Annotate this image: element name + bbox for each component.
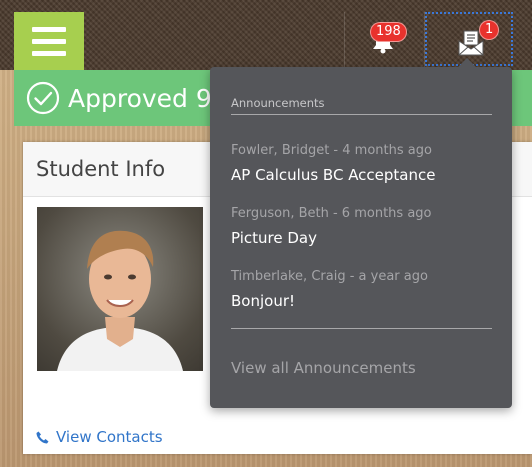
- student-photo: [37, 207, 203, 371]
- view-contacts-link[interactable]: View Contacts: [36, 428, 163, 446]
- announcements-heading: Announcements: [231, 96, 492, 115]
- view-all-announcements-link[interactable]: View all Announcements: [231, 359, 416, 377]
- announcement-title: Picture Day: [231, 229, 317, 247]
- announcement-item[interactable]: Timberlake, Craig - a year ago Bonjour!: [231, 269, 492, 310]
- announcement-meta: Ferguson, Beth - 6 months ago: [231, 206, 432, 221]
- notifications-button[interactable]: 198: [370, 22, 410, 62]
- announcement-meta: Timberlake, Craig - a year ago: [231, 269, 428, 284]
- top-bar: 198 1: [0, 0, 532, 70]
- menu-icon-line: [32, 26, 66, 32]
- student-portrait-image: [57, 230, 183, 371]
- divider: [344, 12, 345, 70]
- announcement-item[interactable]: Ferguson, Beth - 6 months ago Picture Da…: [231, 206, 492, 247]
- announcement-meta: Fowler, Bridget - 4 months ago: [231, 143, 432, 158]
- announcements-dropdown: Announcements Fowler, Bridget - 4 months…: [210, 58, 512, 408]
- announcements-badge: 1: [479, 20, 500, 40]
- menu-icon-line: [32, 50, 66, 56]
- announcement-item[interactable]: Fowler, Bridget - 4 months ago AP Calcul…: [231, 143, 492, 184]
- phone-icon: [36, 431, 49, 443]
- menu-button[interactable]: [14, 12, 84, 70]
- announcement-title: Bonjour!: [231, 292, 296, 310]
- announcement-title: AP Calculus BC Acceptance: [231, 166, 436, 184]
- view-contacts-label: View Contacts: [56, 428, 163, 446]
- notifications-badge: 198: [370, 22, 407, 42]
- card-title: Student Info: [36, 157, 166, 181]
- menu-icon-line: [32, 38, 66, 44]
- divider: [231, 328, 492, 329]
- check-circle-icon: [26, 81, 60, 115]
